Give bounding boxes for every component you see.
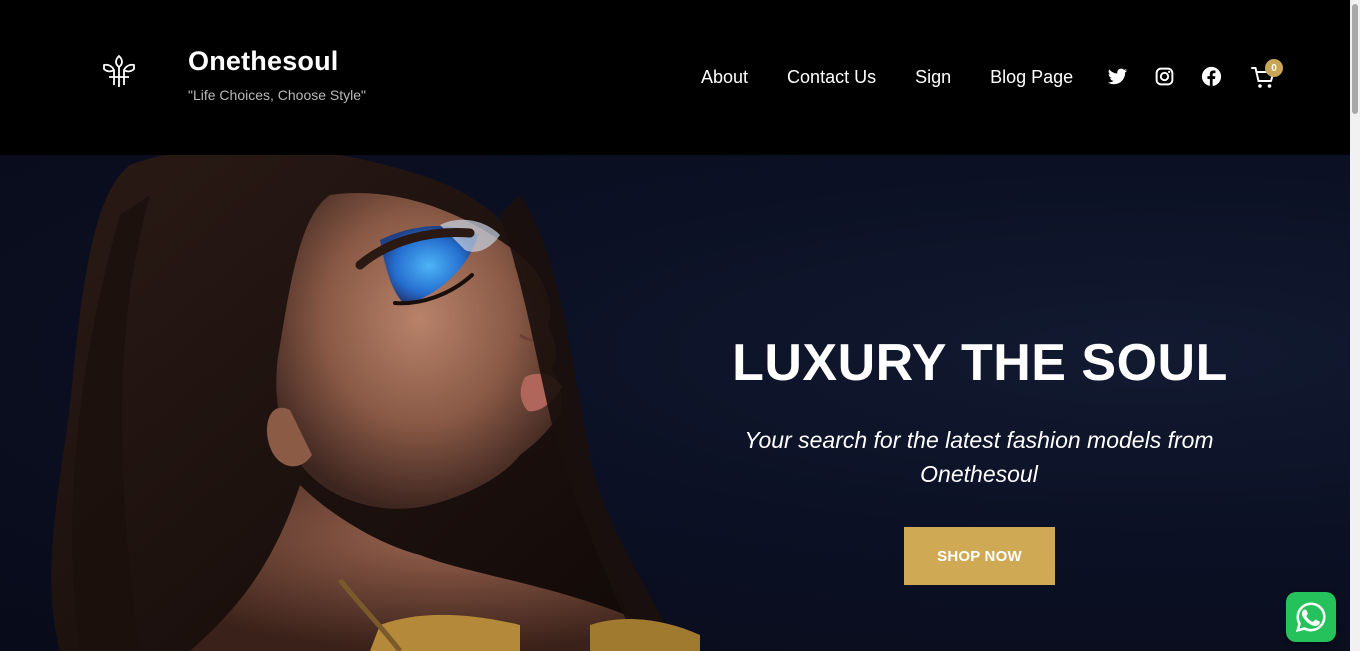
- nav-link-about[interactable]: About: [701, 67, 748, 88]
- nav-link-sign[interactable]: Sign: [915, 67, 951, 88]
- twitter-icon[interactable]: [1107, 66, 1128, 87]
- hero-model-image: [51, 155, 700, 651]
- nav-link-blog-page[interactable]: Blog Page: [990, 67, 1073, 88]
- whatsapp-button[interactable]: [1286, 592, 1336, 642]
- page: Onethesoul "Life Choices, Choose Style" …: [0, 0, 1360, 651]
- page-scrollbar[interactable]: [1350, 0, 1360, 651]
- main-nav: About Contact Us Sign Blog Page: [701, 66, 1112, 88]
- site-title[interactable]: Onethesoul: [188, 46, 339, 77]
- hero-title: LUXURY THE SOUL: [732, 334, 1228, 392]
- site-header: Onethesoul "Life Choices, Choose Style" …: [0, 0, 1350, 155]
- whatsapp-icon: [1295, 602, 1326, 633]
- logo-icon[interactable]: [100, 52, 138, 90]
- nav-link-contact-us[interactable]: Contact Us: [787, 67, 876, 88]
- shop-now-button[interactable]: SHOP NOW: [904, 527, 1055, 585]
- hero-subtitle: Your search for the latest fashion model…: [744, 427, 1214, 487]
- instagram-icon[interactable]: [1154, 66, 1175, 87]
- scrollbar-thumb[interactable]: [1352, 4, 1358, 114]
- site-tagline: "Life Choices, Choose Style": [188, 87, 367, 103]
- facebook-icon[interactable]: [1201, 66, 1222, 87]
- hero-banner: LUXURY THE SOUL Your search for the late…: [0, 155, 1350, 651]
- cart-count-badge: 0: [1265, 59, 1283, 77]
